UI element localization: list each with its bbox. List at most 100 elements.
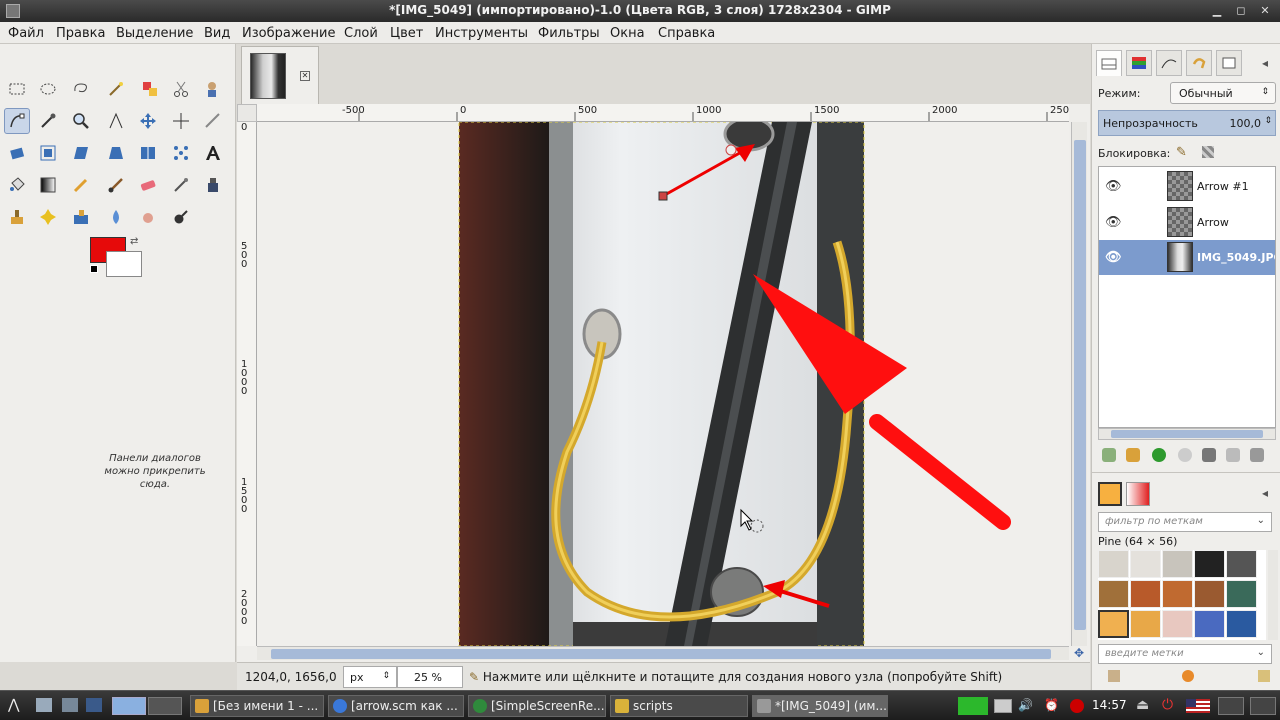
open-pattern-icon[interactable]: [1182, 670, 1194, 682]
background-color[interactable]: [106, 251, 142, 277]
patterns-scrollbar[interactable]: [1268, 550, 1278, 640]
pattern-swatch[interactable]: [1098, 580, 1129, 608]
menu-colors[interactable]: Цвет: [390, 26, 423, 41]
color-picker-icon[interactable]: [35, 108, 61, 134]
menu-filters[interactable]: Фильтры: [538, 26, 600, 41]
dock-separator[interactable]: [1092, 472, 1280, 478]
undo-history-tab-icon[interactable]: [1186, 50, 1212, 76]
horizontal-scrollbar[interactable]: [257, 646, 1069, 660]
power-icon[interactable]: ⏻: [1162, 697, 1173, 713]
close-icon[interactable]: ✕: [1258, 4, 1272, 18]
vertical-scrollbar[interactable]: [1071, 122, 1087, 646]
smudge-icon[interactable]: [135, 204, 161, 230]
delete-layer-icon[interactable]: [1250, 448, 1264, 462]
tag-filter-input[interactable]: фильтр по меткам ⌄: [1098, 512, 1272, 532]
perspective-icon[interactable]: [103, 140, 129, 166]
pattern-swatch[interactable]: [1226, 550, 1257, 578]
menu-layer[interactable]: Слой: [344, 26, 378, 41]
menu-image[interactable]: Изображение: [242, 26, 335, 41]
channels-tab-icon[interactable]: [1126, 50, 1152, 76]
horizontal-ruler[interactable]: -500 0 500 1000 1500 2000 250: [257, 104, 1069, 122]
workspace-1[interactable]: [112, 697, 146, 715]
pattern-swatch-selected[interactable]: [1098, 610, 1129, 638]
paintbrush-icon[interactable]: [103, 172, 129, 198]
pattern-swatch[interactable]: [1226, 580, 1257, 608]
perspective-clone-icon[interactable]: [68, 204, 94, 230]
new-layer-icon[interactable]: [1102, 448, 1116, 462]
heal-icon[interactable]: [35, 204, 61, 230]
blur-icon[interactable]: [103, 204, 129, 230]
crop-icon[interactable]: [200, 108, 226, 134]
refresh-patterns-icon[interactable]: [1258, 670, 1270, 682]
start-menu-icon[interactable]: ⋀: [8, 697, 19, 713]
flip-icon[interactable]: [135, 140, 161, 166]
mode-select[interactable]: Обычный ⇕: [1170, 82, 1276, 104]
scissors-icon[interactable]: [168, 76, 194, 102]
unit-select[interactable]: px ⇕: [343, 666, 397, 688]
scroll-thumb[interactable]: [1111, 430, 1263, 438]
text-tool-icon[interactable]: [200, 140, 226, 166]
record-icon[interactable]: [1070, 699, 1084, 713]
taskbar-item[interactable]: [Без имени 1 - ...: [190, 695, 324, 717]
paths-tool-icon[interactable]: [4, 108, 30, 134]
layer-row[interactable]: 👁 Arrow: [1099, 205, 1275, 240]
pattern-swatch[interactable]: [1162, 580, 1193, 608]
pattern-swatch[interactable]: [1226, 610, 1257, 638]
pattern-swatch[interactable]: [1162, 610, 1193, 638]
pattern-swatch[interactable]: [1194, 550, 1225, 578]
move-icon[interactable]: [135, 108, 161, 134]
pattern-swatch[interactable]: [1130, 550, 1161, 578]
ruler-corner[interactable]: [237, 104, 257, 122]
lock-screen-icon[interactable]: ⏏: [1136, 697, 1149, 713]
opacity-slider[interactable]: Непрозрачность 100,0 ⇕: [1098, 110, 1276, 136]
taskbar-item[interactable]: [arrow.scm как ...: [328, 695, 464, 717]
scroll-thumb[interactable]: [1074, 140, 1086, 630]
taskbar-item[interactable]: *[IMG_5049] (им...: [752, 695, 888, 717]
dock-menu-icon[interactable]: ◂: [1262, 56, 1268, 70]
eye-icon[interactable]: 👁: [1105, 215, 1122, 230]
chevron-down-icon[interactable]: ⌄: [1257, 515, 1265, 526]
layers-hscrollbar[interactable]: [1098, 428, 1276, 440]
menu-file[interactable]: Файл: [8, 26, 44, 41]
volume-icon[interactable]: 🔊: [1018, 698, 1033, 712]
shear-icon[interactable]: [68, 140, 94, 166]
show-desktop-icon[interactable]: [62, 698, 78, 712]
menu-tools[interactable]: Инструменты: [435, 26, 528, 41]
fuzzy-select-icon[interactable]: [103, 76, 129, 102]
zoom-icon[interactable]: [68, 108, 94, 134]
pencil-icon[interactable]: [68, 172, 94, 198]
keyboard-layout-flag[interactable]: [1186, 699, 1210, 713]
image-tab[interactable]: ✕: [241, 46, 319, 104]
new-layer-group-icon[interactable]: [1126, 448, 1140, 462]
menu-help[interactable]: Справка: [658, 26, 715, 41]
bucket-fill-icon[interactable]: [4, 172, 30, 198]
vertical-ruler[interactable]: 0 500 1000 1500 2000: [237, 122, 257, 646]
dodge-burn-icon[interactable]: [168, 204, 194, 230]
pattern-swatch[interactable]: [1098, 550, 1129, 578]
foreground-select-icon[interactable]: [200, 76, 226, 102]
tray-item[interactable]: [1250, 697, 1276, 715]
eye-icon[interactable]: 👁: [1105, 250, 1122, 265]
scale-icon[interactable]: [35, 140, 61, 166]
minimize-icon[interactable]: ▁: [1210, 4, 1224, 18]
pattern-swatch[interactable]: [1130, 580, 1161, 608]
chevron-down-icon[interactable]: ⌄: [1257, 647, 1265, 658]
pattern-swatch[interactable]: [1162, 550, 1193, 578]
clock[interactable]: 14:57: [1092, 698, 1127, 712]
cage-transform-icon[interactable]: [168, 140, 194, 166]
maximize-icon[interactable]: ◻: [1234, 4, 1248, 18]
alarm-icon[interactable]: ⏰: [1044, 698, 1059, 712]
patterns-tab-icon[interactable]: [1098, 482, 1122, 506]
file-manager-icon[interactable]: [36, 698, 52, 712]
edit-pattern-icon[interactable]: [1108, 670, 1120, 682]
menu-view[interactable]: Вид: [204, 26, 230, 41]
scroll-thumb[interactable]: [271, 649, 1051, 659]
menu-edit[interactable]: Правка: [56, 26, 105, 41]
free-select-icon[interactable]: [68, 76, 94, 102]
spin-icon[interactable]: ⇕: [1264, 116, 1272, 126]
tags-input[interactable]: введите метки ⌄: [1098, 644, 1272, 664]
dock-menu-icon[interactable]: ◂: [1262, 486, 1268, 500]
tray-item[interactable]: [1218, 697, 1244, 715]
select-by-color-icon[interactable]: [137, 76, 163, 102]
image-canvas[interactable]: [257, 122, 1069, 646]
